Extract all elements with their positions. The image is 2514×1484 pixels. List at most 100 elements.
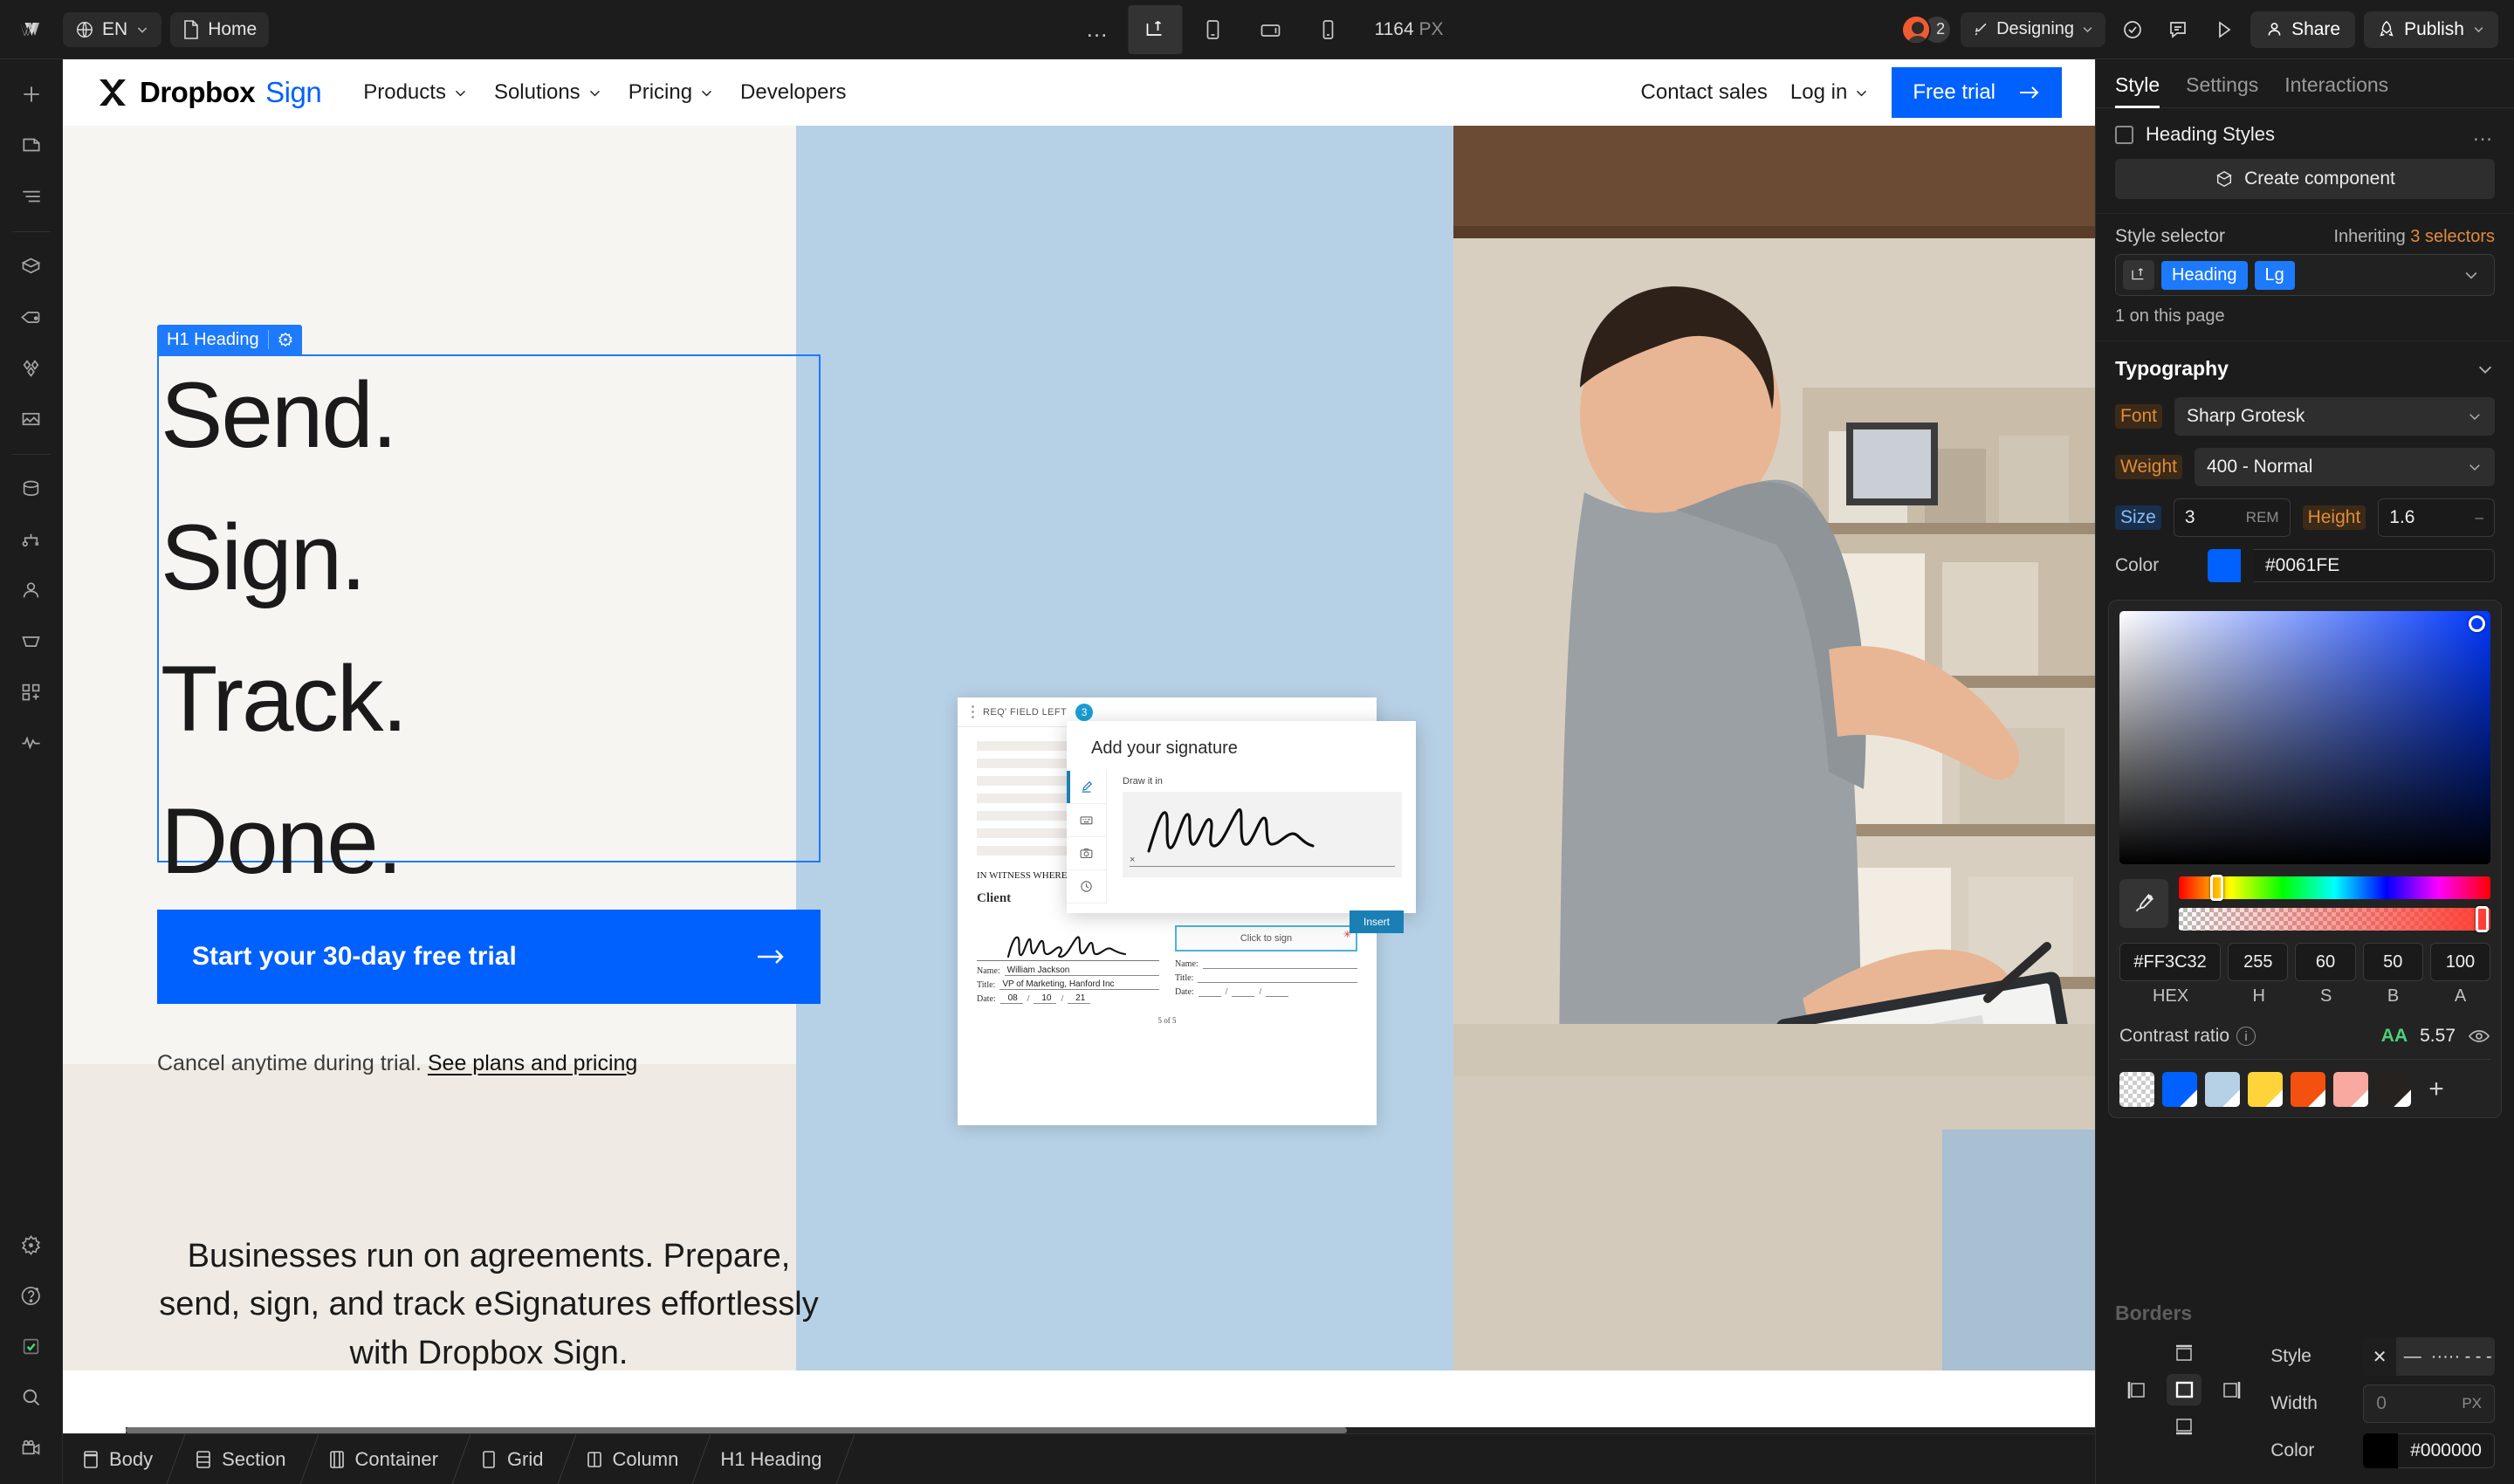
share-button[interactable]: Share [2250,10,2356,48]
more-breakpoints-button[interactable]: … [1070,5,1124,54]
checklist-icon[interactable] [9,1323,54,1369]
eye-icon[interactable] [2468,1027,2490,1045]
typography-section-header[interactable]: Typography [2096,341,2514,391]
create-component-button[interactable]: Create component [2115,159,2495,199]
hero-cta-button[interactable]: Start your 30-day free trial [157,910,821,1004]
nav-item-developers[interactable]: Developers [740,80,846,105]
heading-styles-more-button[interactable]: … [2472,122,2495,147]
border-all-button[interactable] [2167,1374,2202,1405]
swatch-pink[interactable] [2333,1072,2368,1107]
audit-icon[interactable] [9,719,54,765]
swatch-black[interactable] [2376,1072,2411,1107]
see-plans-link[interactable]: See plans and pricing [428,1051,637,1075]
size-label[interactable]: Size [2115,505,2161,530]
color-label[interactable]: Color [2115,555,2195,576]
weight-label[interactable]: Weight [2115,455,2182,479]
swatch-yellow[interactable] [2248,1072,2283,1107]
heading-styles-checkbox[interactable] [2115,125,2133,144]
border-left-button[interactable] [2119,1374,2154,1405]
breadcrumb-section[interactable]: Section [175,1434,308,1484]
help-icon[interactable] [9,1273,54,1318]
ecommerce-icon[interactable] [9,618,54,663]
saturation-brightness-area[interactable] [2119,611,2490,864]
picker-brightness-input[interactable]: 50 [2362,943,2423,981]
text-color-hex-input[interactable]: #0061FE [2253,549,2495,582]
images-icon[interactable] [9,395,54,441]
publish-button[interactable]: Publish [2364,10,2498,48]
insert-signature-button[interactable]: Insert [1349,910,1404,933]
add-swatch-button[interactable]: + [2419,1072,2454,1107]
video-icon[interactable] [9,1425,54,1470]
style-selector-field[interactable]: Heading Lg [2115,254,2495,296]
variables-icon[interactable] [9,345,54,390]
breadcrumb-h1-heading[interactable]: H1 Heading [701,1434,844,1484]
selector-chip-lg[interactable]: Lg [2254,260,2295,290]
webflow-logo-icon[interactable] [12,9,54,51]
eyedropper-icon[interactable] [2119,879,2168,928]
users-icon[interactable] [9,567,54,613]
settings-icon[interactable] [9,1222,54,1268]
selector-chip-heading[interactable]: Heading [2161,260,2248,290]
canvas-horizontal-scrollbar[interactable] [126,1427,2095,1433]
height-label[interactable]: Height [2302,505,2366,530]
border-top-button[interactable] [2167,1337,2201,1369]
border-style-none-button[interactable]: ✕ [2363,1337,2396,1376]
swatch-transparent[interactable] [2119,1072,2154,1107]
gear-icon[interactable] [269,331,302,348]
weight-select[interactable]: 400 - Normal [2194,448,2495,486]
pages-icon[interactable] [9,122,54,168]
inheriting-count[interactable]: 3 selectors [2410,227,2495,246]
border-right-button[interactable] [2214,1374,2249,1405]
collaborators[interactable]: 2 [1901,14,1953,45]
breadcrumb-column[interactable]: Column [567,1434,702,1484]
line-height-input[interactable]: 1.6 – [2378,498,2495,537]
picker-saturation-input[interactable]: 60 [2295,943,2356,981]
avatar[interactable] [1901,14,1932,45]
preview-play-button[interactable] [2205,11,2242,48]
click-to-sign-field[interactable]: Click to sign ✳ [1175,925,1357,952]
mobile-landscape-breakpoint-button[interactable] [1243,5,1297,54]
border-style-solid-button[interactable]: — [2396,1337,2429,1376]
cms-icon[interactable] [9,466,54,512]
page-selector[interactable]: Home [170,11,270,47]
nav-item-solutions[interactable]: Solutions [494,80,602,105]
nav-item-pricing[interactable]: Pricing [628,80,714,105]
border-color-hex[interactable]: #000000 [2398,1433,2495,1468]
hue-slider[interactable] [2179,875,2490,901]
picker-alpha-input[interactable]: 100 [2429,943,2490,981]
comments-button[interactable] [2160,11,2196,48]
mobile-portrait-breakpoint-button[interactable] [1301,5,1355,54]
info-icon[interactable]: i [2236,1027,2256,1046]
size-input[interactable]: 3 REM [2173,498,2291,537]
nav-item-products[interactable]: Products [363,80,468,105]
element-label-badge[interactable]: H1 Heading [157,325,302,354]
tab-settings[interactable]: Settings [2186,73,2258,107]
swatch-light-blue[interactable] [2205,1072,2240,1107]
border-bottom-button[interactable] [2167,1411,2201,1442]
free-trial-button[interactable]: Free trial [1892,67,2062,118]
swatch-orange[interactable] [2291,1072,2325,1107]
add-elements-icon[interactable] [9,72,54,117]
breadcrumb-body[interactable]: Body [63,1434,175,1484]
picker-hue-input[interactable]: 255 [2228,943,2289,981]
scrollbar-thumb[interactable] [126,1427,1347,1433]
border-color-swatch[interactable] [2363,1433,2399,1468]
saturation-handle[interactable] [2469,615,2485,632]
desktop-breakpoint-button[interactable] [1128,4,1183,54]
upload-signature-tab[interactable] [1067,837,1106,870]
assets-icon[interactable] [9,294,54,340]
tab-style[interactable]: Style [2115,73,2160,108]
site-canvas[interactable]: Dropbox Sign Products Solutions Pricing … [63,59,2095,1433]
contact-sales-link[interactable]: Contact sales [1641,80,1768,105]
dropbox-sign-logo[interactable]: Dropbox Sign [96,76,322,109]
border-width-input[interactable]: 0 PX [2363,1384,2495,1423]
components-icon[interactable] [9,244,54,289]
chevron-down-icon[interactable] [2476,360,2495,379]
search-icon[interactable] [9,1374,54,1419]
log-in-link[interactable]: Log in [1790,80,1869,105]
mode-selector[interactable]: Designing [1961,11,2106,47]
border-style-dotted-button[interactable]: ····· [2429,1337,2462,1376]
signature-canvas[interactable]: × [1123,792,1402,877]
alpha-slider[interactable] [2179,906,2490,932]
picker-hex-input[interactable]: #FF3C32 [2119,943,2222,981]
